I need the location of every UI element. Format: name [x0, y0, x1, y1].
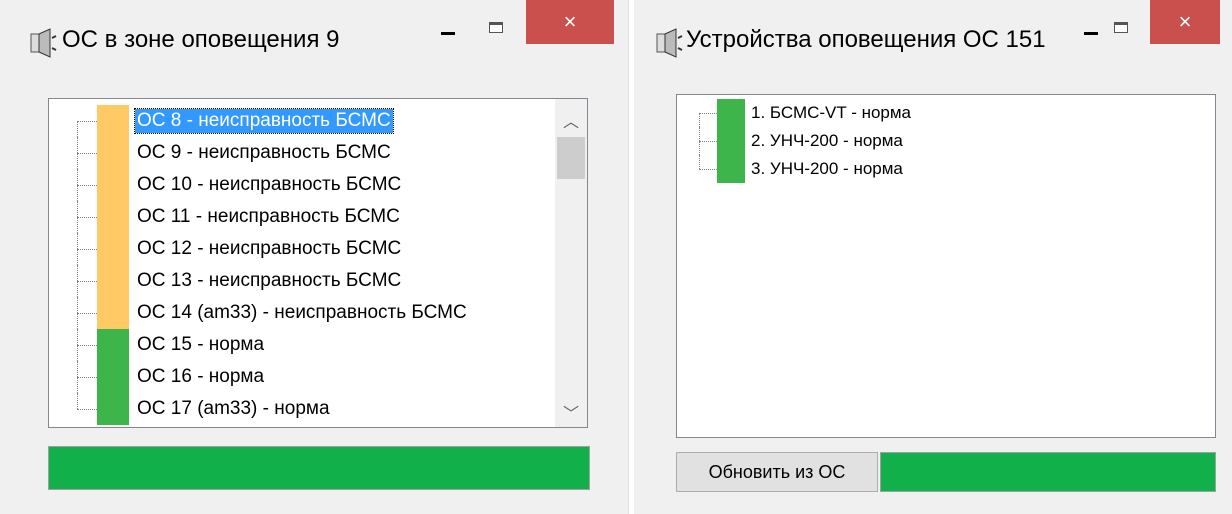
minimize-icon	[1084, 31, 1098, 35]
list-item-label: ОС 9 - неисправность БСМС	[137, 142, 391, 163]
refresh-from-os-button[interactable]: Обновить из ОС	[676, 452, 878, 492]
title-bar[interactable]: Устройства оповещения ОС 151 ×	[634, 0, 1232, 80]
list-item[interactable]: ОС 13 - неисправность БСМС	[49, 265, 553, 297]
title-bar[interactable]: ОС в зоне оповещения 9 ×	[0, 0, 628, 80]
state-color-marker	[97, 137, 129, 169]
list-item[interactable]: ОС 15 - норма	[49, 329, 553, 361]
state-color-marker	[717, 127, 745, 155]
list-item[interactable]: ОС 10 - неисправность БСМС	[49, 169, 553, 201]
device-tree-list[interactable]: ОС 8 - неисправность БСМС ОС 9 - неисправ…	[48, 98, 588, 428]
list-item[interactable]: 3. УНЧ-200 - норма	[677, 155, 1213, 183]
tree-connector	[77, 121, 97, 122]
alert-devices-window: Устройства оповещения ОС 151 × 1. БСМС-V…	[634, 0, 1232, 514]
maximize-button[interactable]	[476, 12, 516, 42]
list-item[interactable]: 2. УНЧ-200 - норма	[677, 127, 1213, 155]
scroll-down-icon[interactable]: ﹀	[555, 397, 587, 427]
state-color-marker	[97, 201, 129, 233]
status-indicator-bar	[48, 446, 590, 490]
close-button[interactable]: ×	[526, 0, 614, 44]
device-tree-list[interactable]: 1. БСМС-VT - норма 2. УНЧ-200 - норма 3. У…	[676, 94, 1216, 438]
minimize-button[interactable]	[1078, 22, 1104, 44]
zone-devices-window: ОС в зоне оповещения 9 × ОС 8 - неисправ…	[0, 0, 629, 514]
tree-connector	[77, 281, 97, 282]
state-color-marker	[97, 329, 129, 361]
state-color-marker	[717, 155, 745, 183]
tree-connector	[77, 249, 97, 250]
tree-connector	[699, 169, 717, 170]
minimize-icon	[441, 31, 455, 35]
scroll-thumb[interactable]	[557, 137, 585, 179]
tree-connector	[77, 393, 78, 409]
maximize-icon	[489, 21, 503, 33]
list-item-label: ОС 10 - неисправность БСМС	[137, 174, 402, 195]
tree-connector	[77, 217, 97, 218]
loudspeaker-icon	[656, 28, 683, 58]
list-item-label: ОС 11 - неисправность БСМС	[137, 206, 400, 227]
window-title: Устройства оповещения ОС 151	[686, 26, 1046, 53]
list-item[interactable]: ОС 8 - неисправность БСМС	[49, 105, 553, 153]
loudspeaker-icon	[30, 28, 57, 58]
list-item[interactable]: ОС 17 (am33) - норма	[49, 393, 553, 425]
state-color-marker	[97, 297, 129, 329]
state-color-marker	[97, 393, 129, 425]
list-item-label: 3. УНЧ-200 - норма	[751, 159, 903, 178]
state-color-marker	[97, 361, 129, 393]
list-item-label: ОС 8 - неисправность БСМС	[134, 108, 394, 134]
vertical-scrollbar[interactable]: ︿ ﹀	[555, 99, 587, 427]
tree-connector	[77, 185, 97, 186]
list-item[interactable]: ОС 14 (am33) - неисправность БСМС	[49, 297, 553, 329]
state-color-marker	[97, 105, 129, 137]
close-icon: ×	[563, 9, 577, 34]
scroll-up-icon[interactable]: ︿	[555, 105, 587, 135]
list-item-label: ОС 13 - неисправность БСМС	[137, 270, 402, 291]
list-item-label: ОС 17 (am33) - норма	[137, 398, 330, 419]
tree-connector	[699, 155, 700, 169]
list-item[interactable]: ОС 11 - неисправность БСМС	[49, 201, 553, 233]
state-color-marker	[97, 169, 129, 201]
tree-connector	[77, 409, 97, 410]
close-button[interactable]: ×	[1150, 0, 1220, 44]
tree-connector	[699, 113, 717, 114]
maximize-button[interactable]	[1106, 12, 1136, 42]
minimize-button[interactable]	[428, 22, 468, 44]
tree-connector	[699, 141, 717, 142]
list-item[interactable]: ОС 12 - неисправность БСМС	[49, 233, 553, 265]
window-title: ОС в зоне оповещения 9	[62, 26, 340, 53]
list-item-label: ОС 15 - норма	[137, 334, 265, 355]
list-item[interactable]: ОС 9 - неисправность БСМС	[49, 137, 553, 169]
status-indicator-bar	[880, 452, 1216, 492]
state-color-marker	[97, 233, 129, 265]
tree-connector	[77, 313, 97, 314]
state-color-marker	[97, 265, 129, 297]
list-item[interactable]: ОС 16 - норма	[49, 361, 553, 393]
list-item-label: 2. УНЧ-200 - норма	[751, 131, 903, 150]
maximize-icon	[1114, 21, 1128, 33]
list-item[interactable]: 1. БСМС-VT - норма	[677, 99, 1213, 141]
tree-connector	[77, 153, 97, 154]
close-icon: ×	[1178, 9, 1192, 34]
state-color-marker	[717, 99, 745, 127]
list-item-label: ОС 16 - норма	[137, 366, 265, 387]
list-item-label: ОС 14 (am33) - неисправность БСМС	[137, 302, 467, 323]
list-item-label: ОС 12 - неисправность БСМС	[137, 238, 402, 259]
tree-connector	[77, 377, 97, 378]
list-item-label: 1. БСМС-VT - норма	[751, 103, 912, 122]
tree-connector	[77, 345, 97, 346]
